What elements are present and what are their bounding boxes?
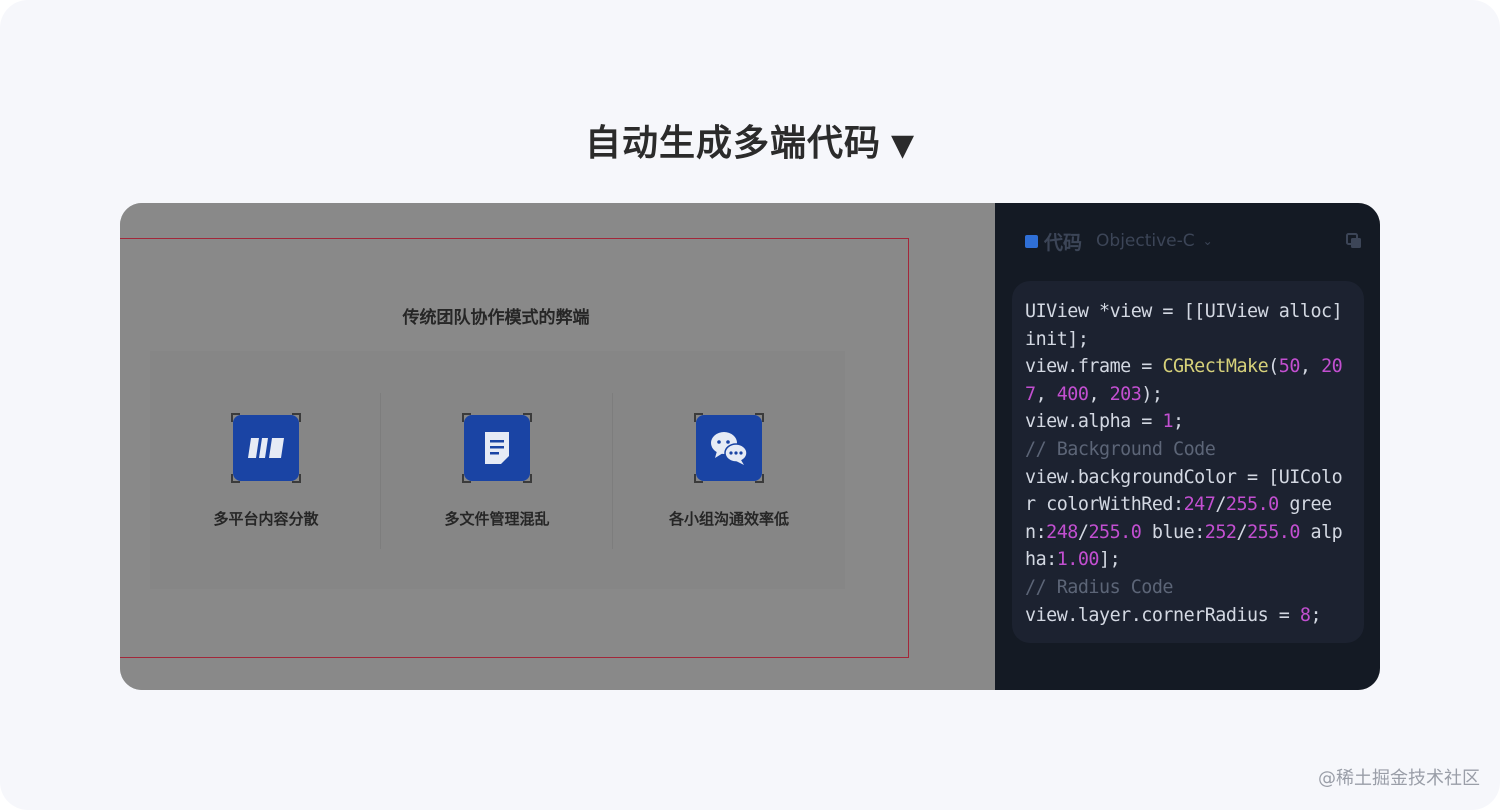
code-token: view.layer.cornerRadius = <box>1025 604 1300 626</box>
preview-frame: 传统团队协作模式的弊端 多平台内容分散 多文件管理混乱 各小组沟通效率低 代码 … <box>120 203 1380 690</box>
code-token: 1 <box>1162 411 1174 433</box>
slide-background: 自动生成多端代码 ▼ 传统团队协作模式的弊端 多平台内容分散 多文件管理混乱 各… <box>0 0 1500 810</box>
card-title: 传统团队协作模式的弊端 <box>402 308 590 328</box>
feature-item[interactable]: 多文件管理混乱 <box>381 351 613 589</box>
selection-corner <box>292 413 301 422</box>
code-panel-header: 代码 Objective-C ⌄ <box>1025 229 1213 254</box>
selection-corner <box>694 474 703 483</box>
code-token: , <box>1035 383 1057 405</box>
code-token: ha: <box>1025 549 1057 571</box>
code-line: view.backgroundColor = [UIColo <box>1025 464 1365 492</box>
code-panel-title: 代码 <box>1044 231 1083 254</box>
code-token: / <box>1077 521 1089 543</box>
selection-corner <box>755 474 764 483</box>
code-text: UIView *view = [[UIView alloc] init]; view… <box>1025 298 1365 629</box>
code-token: 203 <box>1109 383 1142 405</box>
selection-corner <box>755 413 764 422</box>
feature-card[interactable]: 多平台内容分散 多文件管理混乱 各小组沟通效率低 <box>150 351 845 589</box>
code-token: view.alpha = <box>1025 411 1163 433</box>
code-token: ; <box>1173 411 1184 433</box>
selection-corner <box>694 413 703 422</box>
document-icon <box>462 413 532 483</box>
code-token: ); <box>1141 383 1163 405</box>
code-token: 255.0 <box>1225 494 1279 516</box>
code-token: , <box>1088 383 1110 405</box>
code-line: init]; <box>1025 326 1365 354</box>
selection-corner <box>231 413 240 422</box>
code-token: blue: <box>1141 521 1205 543</box>
code-token: r colorWithRed: <box>1025 494 1184 516</box>
chat-bubbles-icon <box>694 413 764 483</box>
code-line: view.frame = CGRectMake(50, 20 <box>1025 353 1365 381</box>
code-token: / <box>1215 494 1226 516</box>
code-token: 8 <box>1299 604 1311 626</box>
code-token: // Background Code <box>1025 438 1216 460</box>
code-line: 7, 400, 203); <box>1025 381 1365 409</box>
dropdown-arrow-icon[interactable]: ▼ <box>891 128 915 163</box>
code-line: r colorWithRed:247/255.0 gree <box>1025 491 1365 519</box>
code-token: 1.00 <box>1056 549 1100 571</box>
code-token: ; <box>1310 604 1322 626</box>
code-token: // Radius Code <box>1025 576 1174 598</box>
feature-label: 各小组沟通效率低 <box>668 510 789 528</box>
code-line: // Radius Code <box>1025 574 1365 602</box>
code-token: / <box>1236 521 1248 543</box>
code-token: 255.0 <box>1088 521 1142 543</box>
selection-corner <box>462 474 471 483</box>
code-token: init]; <box>1025 328 1089 350</box>
code-token: n: <box>1025 521 1047 543</box>
code-block[interactable]: UIView *view = [[UIView alloc] init]; view… <box>1012 281 1364 643</box>
code-token: 400 <box>1056 383 1089 405</box>
code-token: ]; <box>1099 549 1121 571</box>
code-line: UIView *view = [[UIView alloc] <box>1025 298 1365 326</box>
selection-corner <box>462 413 471 422</box>
headline: 自动生成多端代码 ▼ <box>0 114 1500 166</box>
code-token: CGRectMake <box>1162 356 1269 378</box>
code-token: ( <box>1268 356 1279 378</box>
code-token: view.backgroundColor = [UIColo <box>1025 466 1343 488</box>
code-token: 50 <box>1278 356 1301 378</box>
code-line: ha:1.00]; <box>1025 546 1365 574</box>
design-canvas[interactable]: 传统团队协作模式的弊端 多平台内容分散 多文件管理混乱 各小组沟通效率低 <box>120 203 995 690</box>
code-token: 248 <box>1046 521 1078 543</box>
headline-text: 自动生成多端代码 <box>584 123 881 164</box>
copy-icon[interactable] <box>1346 233 1362 249</box>
code-token: view.frame = <box>1025 356 1163 378</box>
language-select[interactable]: Objective-C <box>1096 231 1195 251</box>
feature-item[interactable]: 各小组沟通效率低 <box>613 351 845 589</box>
feature-item[interactable]: 多平台内容分散 <box>150 351 382 589</box>
watermark: @稀土掘金技术社区 <box>1318 768 1480 789</box>
code-token: alp <box>1299 521 1343 543</box>
feature-label: 多平台内容分散 <box>213 510 319 528</box>
selection-corner <box>523 474 532 483</box>
code-token: 20 <box>1321 356 1343 378</box>
code-token: gree <box>1278 494 1332 516</box>
code-line: n:248/255.0 blue:252/255.0 alp <box>1025 519 1365 547</box>
code-token: UIView *view = [[UIView alloc] <box>1025 301 1343 322</box>
selection-corner <box>292 474 301 483</box>
code-line: view.alpha = 1; <box>1025 408 1365 436</box>
feature-label: 多文件管理混乱 <box>444 510 550 528</box>
selection-corner <box>523 413 532 422</box>
code-token: , <box>1299 356 1322 378</box>
columns-icon <box>231 413 301 483</box>
code-square-icon <box>1025 234 1038 248</box>
code-token: 255.0 <box>1247 521 1300 543</box>
code-line: view.layer.cornerRadius = 8; <box>1025 602 1365 630</box>
selection-corner <box>231 474 240 483</box>
code-token: 252 <box>1204 521 1237 543</box>
code-token: 7 <box>1025 383 1036 405</box>
code-token: 247 <box>1183 494 1216 516</box>
code-line: // Background Code <box>1025 436 1365 464</box>
chevron-down-icon[interactable]: ⌄ <box>1203 234 1213 248</box>
code-panel: 代码 Objective-C ⌄ UIView *view = [[UIView… <box>995 203 1380 690</box>
